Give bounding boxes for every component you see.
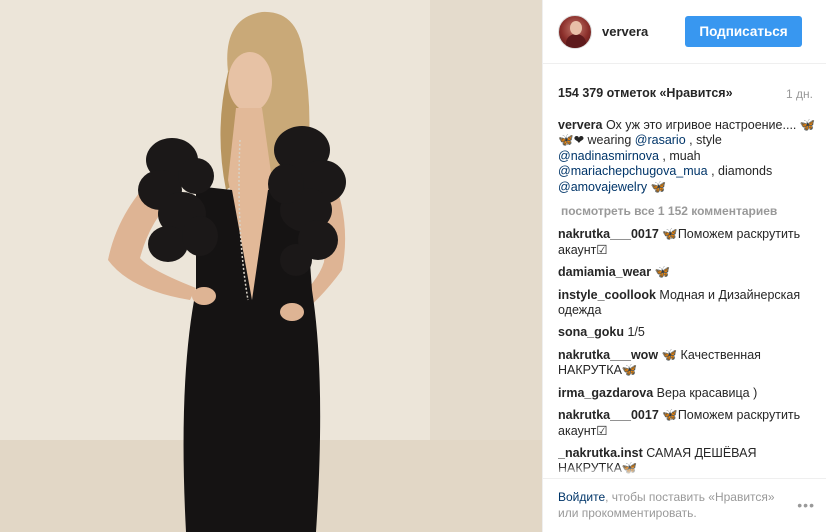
- comment-text: Вера красавица ): [653, 385, 758, 400]
- post-sidebar: ververa Подписаться 154 379 отметок «Нра…: [542, 0, 826, 532]
- list-item: nakrutka___0017 🦋Поможем раскрутить акау…: [558, 408, 820, 439]
- comments-list: ververa Ох уж это игривое настроение....…: [558, 118, 820, 476]
- avatar-figure: [566, 34, 586, 48]
- list-item: nakrutka___0017 🦋Поможем раскрутить акау…: [558, 227, 820, 258]
- comment-author[interactable]: instyle_coollook: [558, 288, 656, 302]
- likes-count[interactable]: 154 379 отметок «Нравится»: [558, 86, 733, 100]
- mention-link[interactable]: @amovajewelry: [558, 180, 647, 194]
- list-item: nakrutka___wow 🦋 Качественная НАКРУТКА🦋: [558, 348, 820, 379]
- post-photo[interactable]: [0, 0, 542, 532]
- likes-row: 154 379 отметок «Нравится» 1 дн.: [543, 80, 826, 108]
- caption-text: 🦋: [647, 179, 667, 194]
- comment-author[interactable]: sona_goku: [558, 325, 624, 339]
- list-item: damiamia_wear 🦋: [558, 265, 820, 280]
- comment-author[interactable]: irma_gazdarova: [558, 386, 653, 400]
- comment-text: 1/5: [624, 325, 645, 340]
- post-footer: Войдите, чтобы поставить «Нравится» или …: [543, 478, 826, 532]
- avatar-face: [570, 21, 582, 35]
- post-view: ververa Подписаться 154 379 отметок «Нра…: [0, 0, 826, 532]
- list-item: irma_gazdarova Вера красавица ): [558, 386, 820, 401]
- caption-author[interactable]: ververa: [558, 118, 603, 132]
- more-options-icon[interactable]: •••: [797, 497, 815, 513]
- login-prompt: Войдите, чтобы поставить «Нравится» или …: [558, 489, 788, 521]
- mention-link[interactable]: @mariachepchugova_mua: [558, 164, 708, 178]
- comment-author[interactable]: nakrutka___0017: [558, 408, 659, 422]
- caption-text: , style: [685, 133, 722, 148]
- login-link[interactable]: Войдите: [558, 490, 605, 504]
- caption: ververa Ох уж это игривое настроение....…: [558, 118, 820, 195]
- post-time[interactable]: 1 дн.: [786, 87, 813, 101]
- photo-illustration: [0, 0, 542, 532]
- comment-author[interactable]: _nakrutka.inst: [558, 446, 643, 460]
- post-header: ververa Подписаться: [543, 0, 826, 64]
- comment-author[interactable]: damiamia_wear: [558, 265, 651, 279]
- avatar[interactable]: [558, 15, 592, 49]
- mention-link[interactable]: @rasario: [635, 133, 686, 147]
- comment-author[interactable]: nakrutka___wow: [558, 348, 658, 362]
- username-link[interactable]: ververa: [602, 24, 648, 39]
- list-item: instyle_coollook Модная и Дизайнерская о…: [558, 288, 820, 319]
- caption-text: , diamonds: [707, 164, 773, 179]
- comment-author[interactable]: nakrutka___0017: [558, 227, 659, 241]
- caption-text: , muah: [658, 148, 701, 163]
- view-all-comments-link[interactable]: посмотреть все 1 152 комментариев: [561, 204, 820, 219]
- comments-fade: [558, 466, 820, 476]
- list-item: sona_goku 1/5: [558, 325, 820, 340]
- mention-link[interactable]: @nadinasmirnova: [558, 149, 659, 163]
- follow-button[interactable]: Подписаться: [685, 16, 802, 47]
- comment-text: 🦋: [651, 265, 671, 280]
